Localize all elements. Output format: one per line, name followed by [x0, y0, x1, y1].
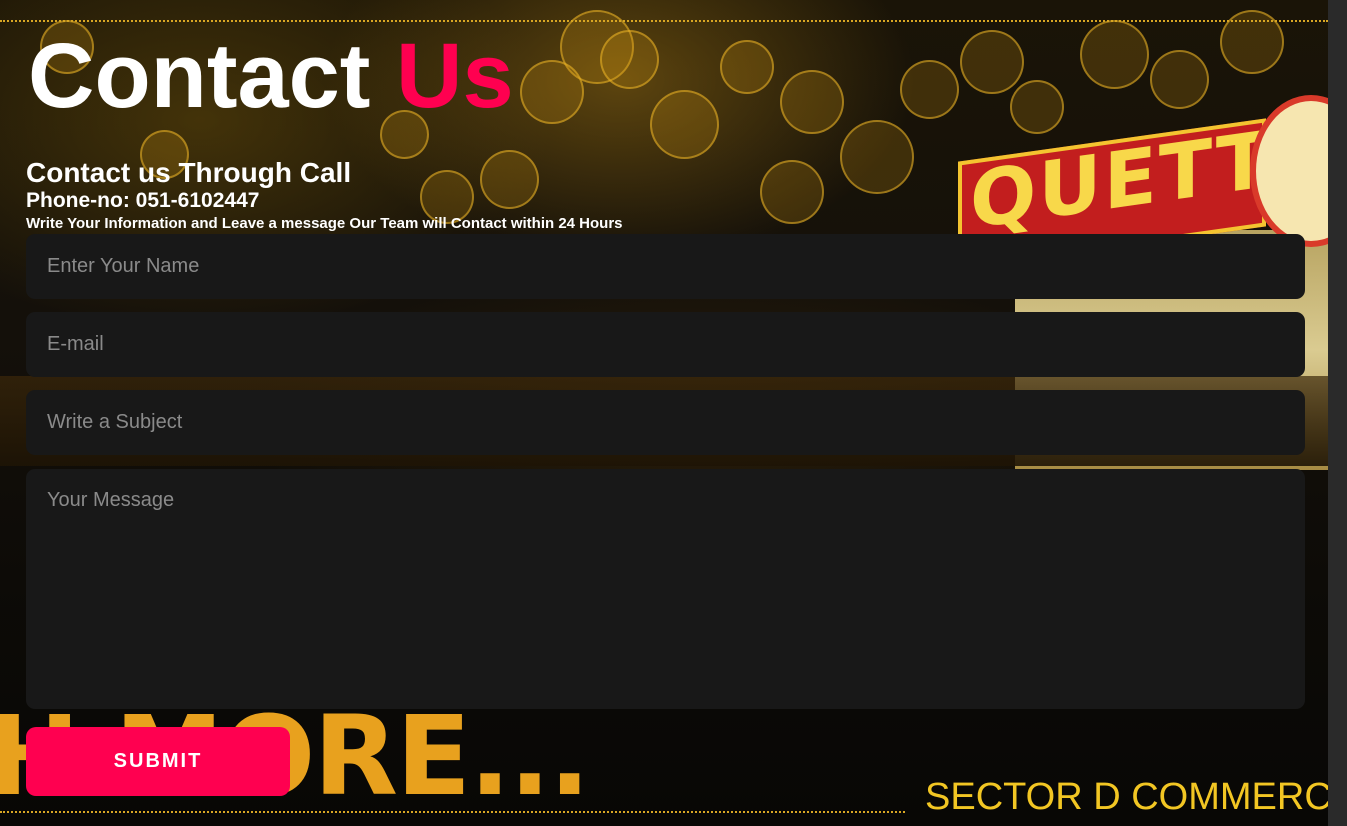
phone-number: Phone-no: 051-6102447 — [26, 189, 260, 212]
contact-section: Contact Us Contact us Through Call Phone… — [0, 0, 1328, 826]
call-heading: Contact us Through Call — [26, 157, 352, 188]
title-main: Contact — [28, 25, 371, 127]
email-input[interactable] — [26, 312, 1305, 377]
subject-input[interactable] — [26, 390, 1305, 455]
scrollbar-track[interactable] — [1328, 0, 1347, 826]
page-title: Contact Us — [28, 30, 514, 122]
form-instructions: Write Your Information and Leave a messa… — [26, 215, 623, 232]
name-input[interactable] — [26, 234, 1305, 299]
message-textarea[interactable] — [26, 469, 1305, 709]
title-accent: Us — [396, 25, 514, 127]
submit-button[interactable]: SUBMIT — [26, 727, 290, 796]
